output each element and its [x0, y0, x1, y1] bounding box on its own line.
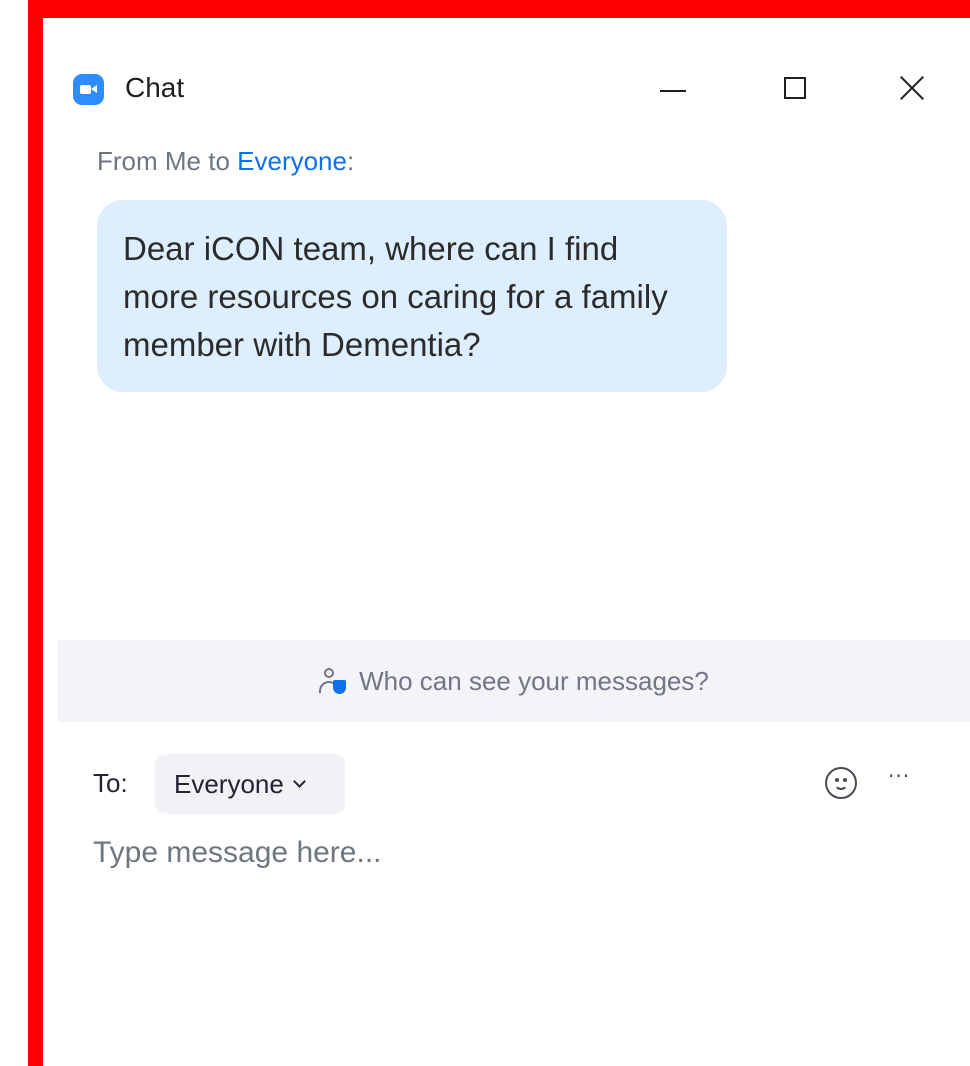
message-input[interactable]	[93, 836, 933, 1036]
more-options-button[interactable]: ···	[888, 764, 928, 796]
window-title: Chat	[125, 72, 185, 103]
chevron-down-icon	[292, 775, 306, 788]
recipient-dropdown[interactable]: Everyone	[155, 754, 345, 814]
maximize-icon	[784, 77, 806, 99]
sender-prefix: From Me to	[97, 146, 238, 176]
highlight-border-left	[28, 0, 43, 1066]
highlight-border-top	[28, 0, 970, 18]
title-bar[interactable]: Chat	[43, 18, 970, 163]
minimize-button[interactable]	[643, 60, 703, 116]
recipient-link[interactable]: Everyone	[237, 146, 347, 176]
sender-suffix: :	[346, 146, 355, 176]
people-shield-icon	[319, 666, 347, 696]
visibility-text: Who can see your messages?	[359, 665, 709, 696]
close-icon	[899, 75, 925, 101]
maximize-button[interactable]	[765, 60, 825, 116]
message-bubble[interactable]: Dear iCON team, where can I find more re…	[97, 200, 727, 392]
close-button[interactable]	[882, 60, 942, 116]
message-sender-line: From Me to Everyone:	[97, 146, 354, 177]
to-label: To:	[93, 768, 128, 798]
message-text: Dear iCON team, where can I find more re…	[123, 230, 668, 363]
chat-window: Chat From Me to Everyone: Dear iCON team…	[43, 18, 970, 1060]
screenshot-frame: Chat From Me to Everyone: Dear iCON team…	[0, 0, 970, 1066]
message-visibility-info[interactable]: Who can see your messages?	[58, 640, 970, 722]
minimize-icon	[660, 90, 686, 92]
emoji-icon[interactable]	[825, 767, 857, 799]
zoom-camera-icon	[73, 74, 104, 105]
recipient-dropdown-value: Everyone	[174, 768, 284, 799]
